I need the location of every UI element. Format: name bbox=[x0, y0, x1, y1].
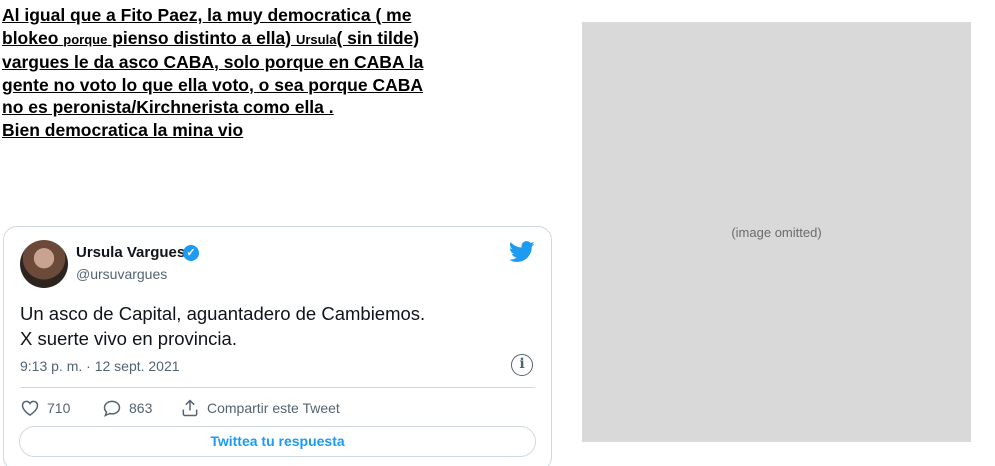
photo-omitted-label: (image omitted) bbox=[731, 224, 822, 240]
caption-line: Bien democratica la mina vio bbox=[2, 119, 244, 140]
reply-bubble-icon bbox=[103, 400, 121, 417]
reply-count: 863 bbox=[129, 400, 153, 416]
share-label: Compartir este Tweet bbox=[207, 400, 340, 416]
tweet-text-line: Un asco de Capital, aguantadero de Cambi… bbox=[20, 303, 426, 324]
caption-line: Al igual que a Fito Paez, la muy democra… bbox=[2, 5, 412, 25]
caption-segment: ( sin tilde) bbox=[336, 27, 420, 48]
info-icon[interactable]: i bbox=[511, 354, 533, 376]
twitter-bird-icon[interactable] bbox=[509, 241, 535, 263]
caption-segment: Ursula bbox=[295, 31, 337, 47]
reply-action-button[interactable]: 863 bbox=[102, 398, 152, 418]
like-count: 710 bbox=[47, 400, 71, 416]
like-button[interactable]: 710 bbox=[20, 398, 70, 418]
caption-segment: blokeo bbox=[2, 27, 64, 48]
tweet-timestamp[interactable]: 9:13 p. m. · 12 sept. 2021 bbox=[20, 358, 180, 374]
share-button[interactable]: Compartir este Tweet bbox=[180, 398, 340, 418]
tweet-card[interactable]: Ursula Vargues ✓ @ursuvargues Un asco de… bbox=[3, 226, 552, 466]
reply-button[interactable]: Twittea tu respuesta bbox=[19, 426, 536, 457]
caption-segment: porque bbox=[63, 31, 108, 47]
caption-text: Al igual que a Fito Paez, la muy democra… bbox=[2, 4, 562, 141]
avatar[interactable] bbox=[20, 240, 68, 288]
divider bbox=[20, 387, 535, 388]
tweet-text-line: X suerte vivo en provincia. bbox=[20, 328, 237, 349]
share-icon bbox=[182, 399, 198, 417]
photo-omitted: (image omitted) bbox=[582, 22, 971, 442]
caption-line: blokeo porque pienso distinto a ella) Ur… bbox=[2, 27, 562, 52]
caption-segment: pienso distinto a ella) bbox=[107, 27, 296, 48]
tweet-text: Un asco de Capital, aguantadero de Cambi… bbox=[20, 301, 520, 351]
author-handle[interactable]: @ursuvargues bbox=[76, 266, 167, 282]
verified-icon: ✓ bbox=[183, 245, 199, 261]
caption-line: vargues le da asco CABA, solo porque en … bbox=[2, 52, 424, 72]
caption-line: no es peronista/Kirchnerista como ella . bbox=[2, 97, 334, 117]
author-name[interactable]: Ursula Vargues bbox=[76, 244, 185, 261]
caption-line: gente no voto lo que ella voto, o sea po… bbox=[2, 74, 424, 95]
heart-icon bbox=[21, 400, 39, 416]
